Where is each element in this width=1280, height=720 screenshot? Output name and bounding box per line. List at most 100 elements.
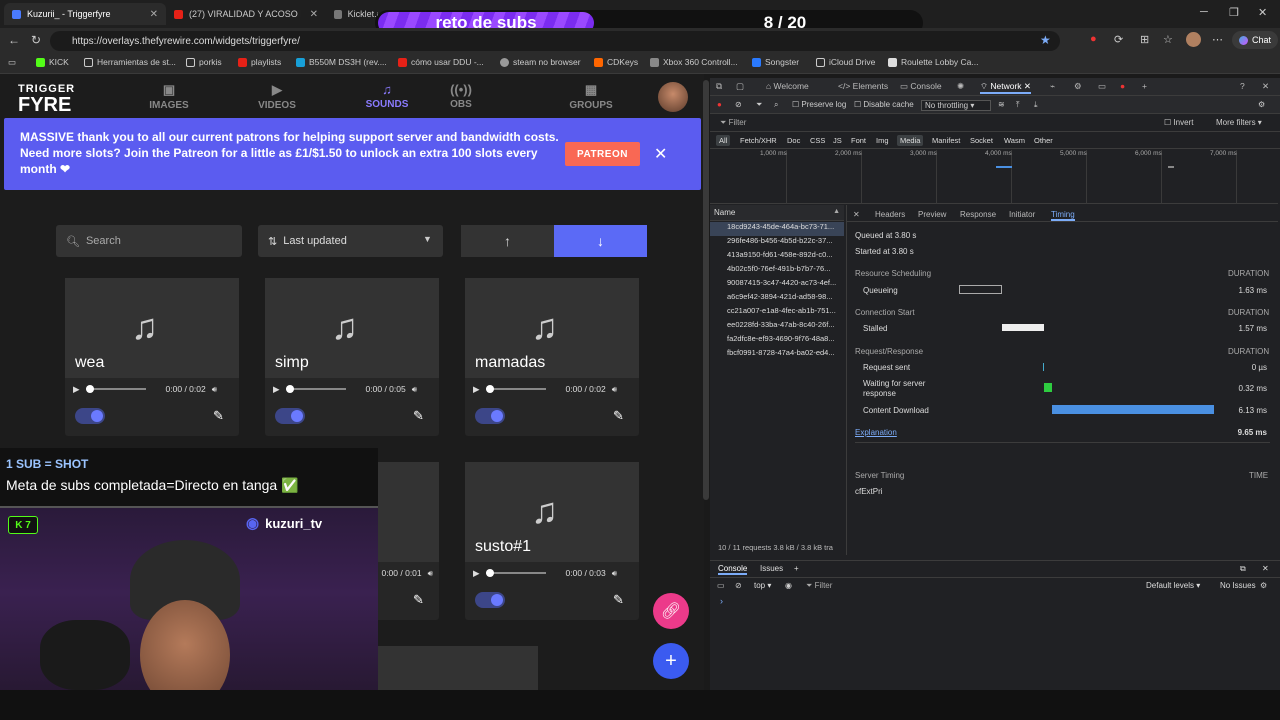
- type-filter-other[interactable]: Other: [1031, 135, 1056, 146]
- clear-icon[interactable]: ⊘: [735, 100, 742, 109]
- timeline-overview[interactable]: [710, 149, 1278, 204]
- close-tab-icon[interactable]: ✕: [310, 9, 318, 20]
- copilot-chat-button[interactable]: Chat: [1232, 31, 1278, 49]
- split-view-icon[interactable]: ⊞: [1140, 33, 1149, 46]
- recorder-icon[interactable]: ●: [1120, 81, 1125, 91]
- search-input[interactable]: 🔍︎ Search: [56, 225, 242, 257]
- devtools-tab-elements[interactable]: </> Elements: [838, 81, 888, 91]
- type-filter-fetch[interactable]: Fetch/XHR: [737, 135, 780, 146]
- link-fab[interactable]: 🔗︎: [653, 593, 689, 629]
- nav-sounds[interactable]: ♫ SOUNDS: [347, 82, 427, 110]
- bookmark-item[interactable]: steam no browser: [500, 57, 581, 67]
- bookmark-item[interactable]: Roulette Lobby Ca...: [888, 57, 979, 67]
- name-column-header[interactable]: Name ▲: [710, 205, 844, 221]
- nav-obs[interactable]: ((•)) OBS: [421, 82, 501, 110]
- type-filter-manifest[interactable]: Manifest: [929, 135, 963, 146]
- more-icon[interactable]: ⋯: [1212, 33, 1223, 46]
- maximize-icon[interactable]: ❐: [1229, 6, 1239, 19]
- detail-tab-timing[interactable]: Timing: [1051, 210, 1075, 221]
- type-filter-socket[interactable]: Socket: [967, 135, 996, 146]
- network-settings-icon[interactable]: ⚙: [1258, 100, 1265, 109]
- devtools-inspect-icon[interactable]: ▢: [736, 81, 744, 92]
- detail-tab-preview[interactable]: Preview: [918, 210, 946, 219]
- volume-icon[interactable]: 🔊︎: [212, 384, 217, 395]
- bug-icon[interactable]: ✺: [957, 81, 964, 92]
- request-row[interactable]: 413a9150-fd61-458e-892d-c0...: [710, 250, 844, 264]
- type-filter-font[interactable]: Font: [848, 135, 869, 146]
- console-settings-icon[interactable]: ⚙: [1260, 581, 1267, 590]
- volume-icon[interactable]: 🔊︎: [612, 568, 617, 579]
- request-row[interactable]: ee0228fd-33ba-47ab-8c40-26f...: [710, 320, 844, 334]
- seek-bar[interactable]: [485, 569, 546, 577]
- bookmark-item[interactable]: Xbox 360 Controll...: [650, 57, 738, 67]
- edit-icon[interactable]: ✎: [613, 408, 624, 424]
- type-filter-js[interactable]: JS: [830, 135, 845, 146]
- back-icon[interactable]: ←: [8, 33, 20, 47]
- triggerfyre-logo[interactable]: TRIGGER FYRE: [18, 82, 75, 115]
- tab-youtube[interactable]: (27) VIRALIDAD Y ACOSO EN REDE ✕: [166, 3, 326, 25]
- volume-icon[interactable]: 🔊︎: [612, 384, 617, 395]
- bookmark-item[interactable]: B550M DS3H (rev....: [296, 57, 387, 67]
- clear-console-icon[interactable]: ⊘: [735, 581, 742, 590]
- volume-icon[interactable]: 🔊︎: [412, 384, 417, 395]
- page-scrollbar[interactable]: [703, 80, 709, 500]
- extension-icon[interactable]: ●: [1090, 33, 1097, 45]
- throttling-select[interactable]: No throttling ▾: [921, 100, 991, 111]
- bookmarks-menu-icon[interactable]: ▭: [8, 57, 16, 68]
- volume-icon[interactable]: 🔊︎: [428, 568, 433, 579]
- favorites-icon[interactable]: ☆: [1163, 33, 1173, 46]
- minimize-icon[interactable]: ─: [1200, 6, 1208, 18]
- explanation-link[interactable]: Explanation: [855, 428, 897, 437]
- seek-bar[interactable]: [485, 385, 546, 393]
- sort-select[interactable]: ⇅ Last updated: [258, 225, 443, 257]
- drawer-tab-console[interactable]: Console: [718, 564, 748, 575]
- type-filter-wasm[interactable]: Wasm: [1001, 135, 1028, 146]
- request-row[interactable]: fbcf0991-8728-47a4-ba02-ed4...: [710, 348, 844, 362]
- sort-ascending-button[interactable]: ↑: [461, 225, 554, 257]
- more-filters-dropdown[interactable]: More filters ▾: [1216, 118, 1262, 127]
- nav-groups[interactable]: ▦ GROUPS: [551, 82, 631, 111]
- request-row[interactable]: 4b02c5f0-76ef-491b-b7b7-76...: [710, 264, 844, 278]
- settings-gear-icon[interactable]: ⚙: [1074, 81, 1082, 92]
- type-filter-media[interactable]: Media: [897, 135, 924, 146]
- type-filter-css[interactable]: CSS: [807, 135, 828, 146]
- download-icon[interactable]: ⤓: [1034, 100, 1038, 110]
- profile-avatar[interactable]: [1186, 32, 1201, 47]
- bookmark-item[interactable]: Herramientas de st...: [84, 57, 176, 67]
- detail-tab-initiator[interactable]: Initiator: [1009, 210, 1035, 219]
- devtools-tab-console[interactable]: ▭ Console: [900, 81, 942, 92]
- close-banner-icon[interactable]: ✕: [654, 144, 667, 164]
- detail-tab-response[interactable]: Response: [960, 210, 996, 219]
- seek-bar[interactable]: [85, 385, 146, 393]
- close-detail-icon[interactable]: ✕: [853, 210, 860, 219]
- disable-cache-checkbox[interactable]: ☐ Disable cache: [854, 100, 914, 109]
- bookmark-star-icon[interactable]: ★: [1040, 33, 1051, 47]
- dock-icon[interactable]: ⧉: [1240, 564, 1246, 574]
- request-row[interactable]: cc21a007-e1a8-4fec-ab1b-751...: [710, 306, 844, 320]
- type-filter-img[interactable]: Img: [873, 135, 892, 146]
- tab-triggerfyre[interactable]: Kuzurii_ - Triggerfyre ✕: [4, 3, 166, 25]
- enable-toggle[interactable]: [475, 408, 505, 424]
- enable-toggle[interactable]: [475, 592, 505, 608]
- enable-toggle[interactable]: [75, 408, 105, 424]
- edit-icon[interactable]: ✎: [413, 408, 424, 424]
- bookmark-item[interactable]: cómo usar DDU -...: [398, 57, 484, 67]
- request-row[interactable]: fa2dfc8e-ef93-4690-9f76-48a8...: [710, 334, 844, 348]
- wifi-icon[interactable]: ≋: [998, 100, 1005, 109]
- close-window-icon[interactable]: ✕: [1258, 6, 1267, 19]
- console-prompt[interactable]: ›: [720, 596, 723, 606]
- edit-icon[interactable]: ✎: [613, 592, 624, 608]
- seek-bar[interactable]: [285, 385, 346, 393]
- sidebar-toggle-icon[interactable]: ▭: [717, 581, 725, 590]
- nav-videos[interactable]: ▶ VIDEOS: [237, 82, 317, 111]
- bookmark-item[interactable]: playlists: [238, 57, 281, 67]
- application-icon[interactable]: ▭: [1098, 81, 1106, 92]
- drawer-close-icon[interactable]: ✕: [1262, 564, 1269, 573]
- type-filter-all[interactable]: All: [716, 135, 731, 146]
- upload-icon[interactable]: ⤒: [1016, 100, 1020, 110]
- edit-icon[interactable]: ✎: [213, 408, 224, 424]
- request-row[interactable]: a6c9ef42-3894-421d-ad58-98...: [710, 292, 844, 306]
- bookmark-item[interactable]: Songster: [752, 57, 799, 67]
- play-icon[interactable]: ▶: [73, 384, 80, 395]
- bookmark-item[interactable]: KICK: [36, 57, 69, 67]
